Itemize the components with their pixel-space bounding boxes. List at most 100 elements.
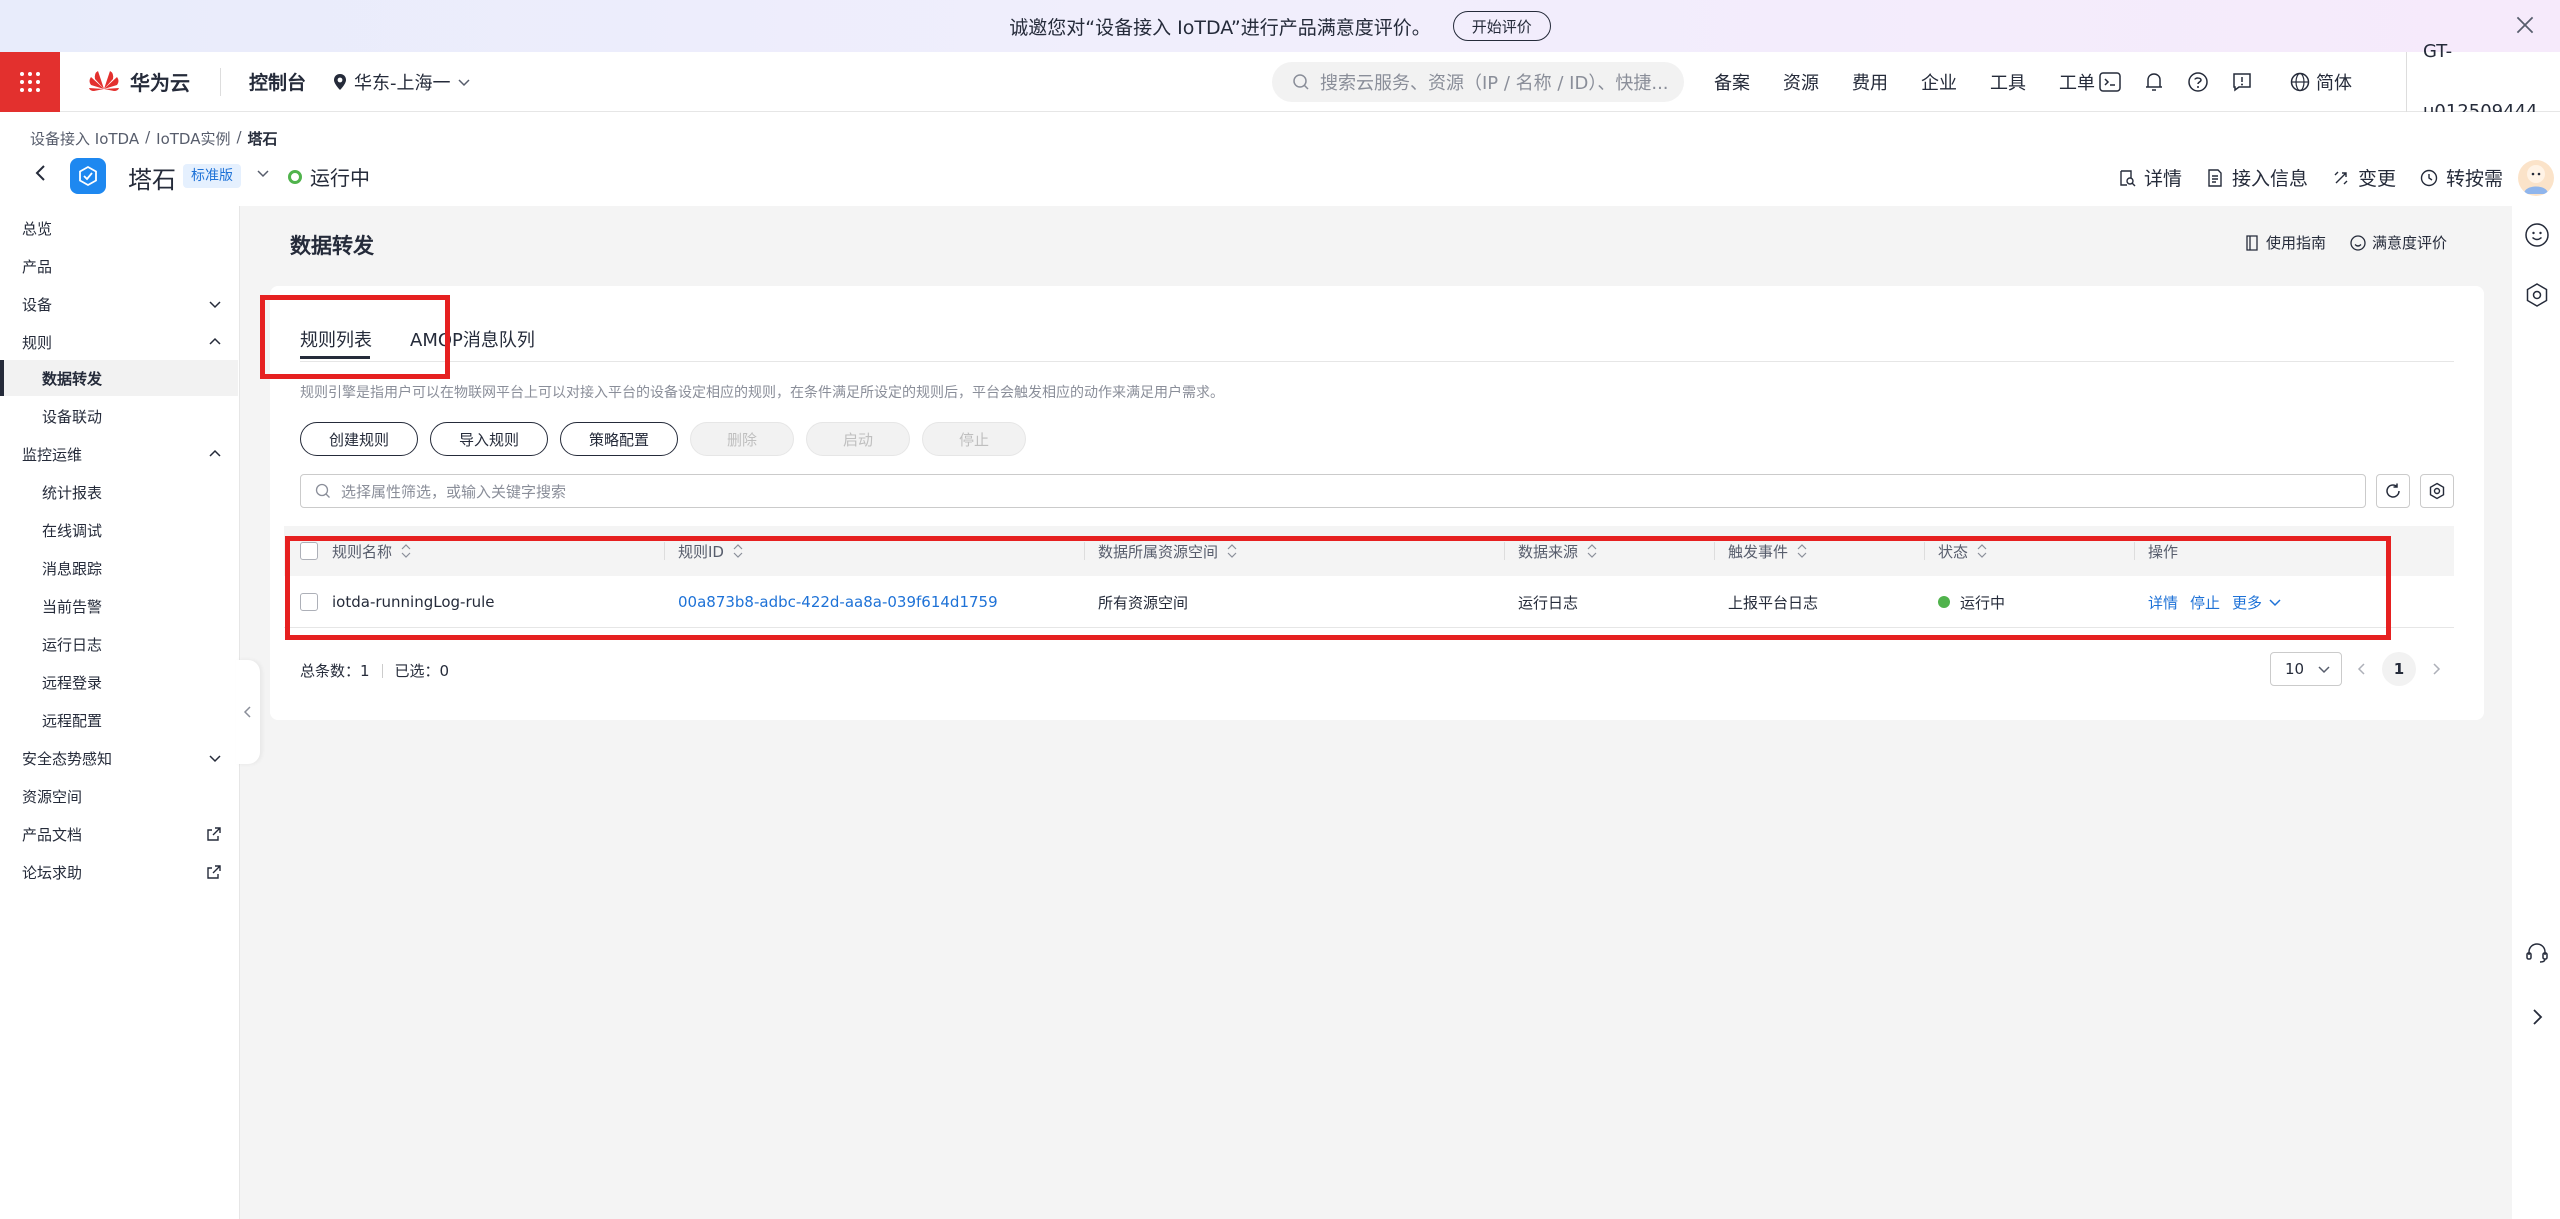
region-selector[interactable]: 华东-上海一 (332, 69, 471, 95)
sidebar-item-statistics[interactable]: 统计报表 (42, 478, 222, 506)
right-tool-rail (2512, 112, 2560, 1219)
smiley-icon[interactable] (2524, 222, 2550, 248)
page-size-select[interactable]: 10 (2270, 652, 2342, 686)
top-icon-group (2098, 52, 2254, 112)
sidebar-item-label: 统计报表 (42, 483, 103, 502)
smiley-icon (2350, 234, 2366, 251)
delete-button[interactable]: 删除 (690, 422, 795, 456)
breadcrumb: 设备接入 IoTDA / IoTDA实例 / 塔石 (30, 128, 278, 149)
access-info-button[interactable]: 接入信息 (2206, 164, 2308, 191)
avatar[interactable] (2518, 160, 2554, 196)
instance-details-label: 详情 (2144, 168, 2183, 190)
sidebar-item-run-logs[interactable]: 运行日志 (42, 630, 222, 658)
external-link-icon (207, 827, 221, 841)
to-on-demand-button[interactable]: 转按需 (2420, 164, 2503, 191)
refresh-button[interactable] (2376, 474, 2410, 508)
feedback-icon[interactable] (2230, 70, 2254, 94)
location-pin-icon (334, 73, 347, 90)
filter-search-input[interactable]: 选择属性筛选，或输入关键字搜索 (300, 474, 2366, 508)
change-spec-button[interactable]: 变更 (2332, 164, 2396, 191)
sidebar-item-forum[interactable]: 论坛求助 (22, 858, 222, 886)
breadcrumb-current: 塔石 (247, 130, 278, 148)
language-selector[interactable]: 简体 (2290, 52, 2352, 112)
next-page-icon[interactable] (2430, 661, 2442, 677)
page-title: 数据转发 (290, 234, 374, 258)
sidebar-item-remote-login[interactable]: 远程登录 (42, 668, 222, 696)
sidebar-item-label: 设备联动 (42, 407, 103, 426)
breadcrumb-iotda[interactable]: 设备接入 IoTDA (30, 128, 139, 149)
breadcrumb-separator: / (236, 128, 242, 146)
refresh-icon (2386, 483, 2400, 498)
sidebar-item-device-linkage[interactable]: 设备联动 (42, 402, 222, 430)
sidebar-collapse-button[interactable] (236, 660, 260, 764)
banner-text: 诚邀您对“设备接入 IoTDA”进行产品满意度评价。 (1009, 16, 1431, 39)
policy-config-button[interactable]: 策略配置 (560, 422, 679, 456)
stop-button[interactable]: 停止 (922, 422, 1027, 456)
pagination: 1 (2356, 652, 2442, 686)
change-icon (2334, 171, 2348, 184)
start-button[interactable]: 启动 (806, 422, 911, 456)
console-link[interactable]: 控制台 (220, 67, 306, 96)
top-links: 备案 资源 费用 企业 工具 工单 (1714, 52, 2128, 112)
nav-link-filing[interactable]: 备案 (1714, 69, 1750, 95)
global-search-input[interactable]: 搜索云服务、资源（IP / 名称 / ID）、快捷... (1272, 62, 1684, 102)
nav-link-enterprise[interactable]: 企业 (1921, 69, 1957, 95)
sidebar-item-overview[interactable]: 总览 (22, 214, 222, 242)
nav-link-tools[interactable]: 工具 (1990, 69, 2026, 95)
brand-name: 华为云 (130, 71, 190, 95)
chevron-right-icon[interactable] (2524, 1004, 2550, 1030)
sidebar-active-indicator (0, 360, 4, 396)
bell-icon[interactable] (2142, 70, 2166, 94)
user-guide-label: 使用指南 (2266, 234, 2327, 252)
sidebar-item-data-forwarding[interactable]: 数据转发 (42, 364, 222, 392)
globe-icon (2290, 72, 2310, 92)
breadcrumb-instances[interactable]: IoTDA实例 (156, 128, 230, 149)
import-rule-button[interactable]: 导入规则 (430, 422, 549, 456)
sidebar-item-label: 总览 (22, 219, 53, 238)
sidebar-item-label: 数据转发 (42, 369, 103, 388)
sidebar-item-remote-config[interactable]: 远程配置 (42, 706, 222, 734)
tab-divider (300, 361, 2454, 362)
terminal-icon[interactable] (2098, 70, 2122, 94)
instance-switch-chevron-icon[interactable] (254, 164, 272, 182)
sidebar-item-products[interactable]: 产品 (22, 252, 222, 280)
back-arrow-icon[interactable] (30, 162, 52, 184)
iotda-instance-icon (70, 158, 106, 194)
account-menu[interactable]: GT-u012509444 (2406, 41, 2560, 122)
selected-count: 已选：0 (394, 662, 450, 680)
chevron-down-icon (209, 755, 221, 763)
sidebar-item-devices[interactable]: 设备 (22, 290, 222, 318)
prev-page-icon[interactable] (2356, 661, 2368, 677)
service-menu-button[interactable] (0, 51, 60, 112)
start-survey-button[interactable]: 开始评价 (1452, 11, 1551, 41)
search-icon (1293, 74, 1309, 90)
huawei-cloud-logo[interactable]: 华为云 (86, 67, 190, 97)
sidebar-item-label: 远程登录 (42, 673, 103, 692)
sidebar-item-rules[interactable]: 规则 (22, 328, 222, 356)
page-header-links: 使用指南 满意度评价 (2244, 232, 2447, 253)
customer-service-icon[interactable] (2524, 940, 2550, 966)
sidebar-item-product-docs[interactable]: 产品文档 (22, 820, 222, 848)
sidebar-item-security[interactable]: 安全态势感知 (22, 744, 222, 772)
sidebar-item-alarms[interactable]: 当前告警 (42, 592, 222, 620)
sidebar-item-label: 消息跟踪 (42, 559, 103, 578)
satisfaction-survey-link[interactable]: 满意度评价 (2350, 232, 2447, 253)
sidebar-item-online-debug[interactable]: 在线调试 (42, 516, 222, 544)
instance-details-button[interactable]: 详情 (2118, 164, 2182, 191)
user-guide-link[interactable]: 使用指南 (2244, 232, 2326, 253)
create-rule-button[interactable]: 创建规则 (300, 422, 419, 456)
sidebar-item-monitoring[interactable]: 监控运维 (22, 440, 222, 468)
change-spec-label: 变更 (2358, 168, 2397, 190)
nav-link-resources[interactable]: 资源 (1783, 69, 1819, 95)
sidebar-item-message-trace[interactable]: 消息跟踪 (42, 554, 222, 582)
avatar-face-icon (2524, 165, 2548, 194)
sidebar-item-resource-space[interactable]: 资源空间 (22, 782, 222, 810)
survey-banner: 诚邀您对“设备接入 IoTDA”进行产品满意度评价。 开始评价 (0, 0, 2560, 52)
current-page[interactable]: 1 (2382, 652, 2416, 686)
nav-link-billing[interactable]: 费用 (1852, 69, 1888, 95)
highlight-box-table (285, 536, 2391, 640)
settings-icon[interactable] (2524, 282, 2550, 308)
nav-link-tickets[interactable]: 工单 (2059, 69, 2095, 95)
help-icon[interactable] (2186, 70, 2210, 94)
table-settings-button[interactable] (2420, 474, 2454, 508)
